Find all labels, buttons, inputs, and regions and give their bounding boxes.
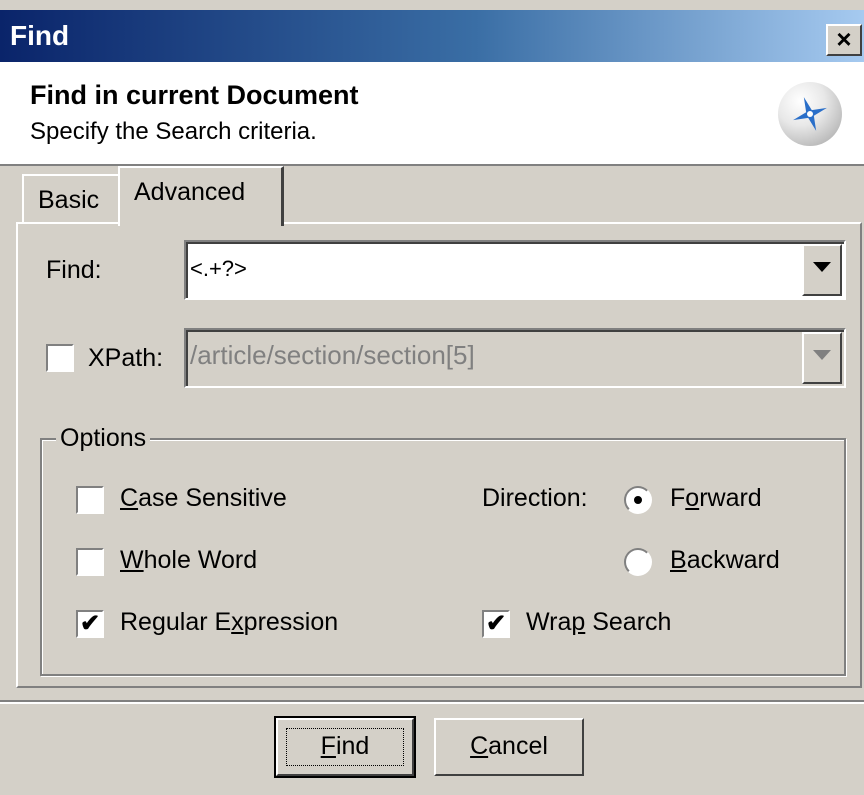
check-icon: ✔ bbox=[80, 610, 101, 637]
case-sensitive-checkbox[interactable] bbox=[76, 486, 104, 514]
xpath-combobox: /article/section/section[5] bbox=[184, 328, 846, 388]
regular-expression-label[interactable]: Regular Expression bbox=[120, 608, 338, 637]
close-button[interactable]: × bbox=[826, 24, 862, 56]
whole-word-label[interactable]: Whole Word bbox=[120, 546, 257, 575]
case-sensitive-label[interactable]: Case Sensitive bbox=[120, 484, 287, 513]
forward-label[interactable]: Forward bbox=[670, 484, 762, 513]
focus-rectangle bbox=[286, 728, 404, 766]
check-icon: ✔ bbox=[486, 610, 507, 637]
find-input[interactable]: <.+?> bbox=[190, 256, 247, 282]
find-dropdown-button[interactable] bbox=[802, 244, 842, 296]
backward-radio[interactable] bbox=[624, 548, 652, 576]
wrap-search-label[interactable]: Wrap Search bbox=[526, 608, 671, 637]
title-bar[interactable]: Find × bbox=[0, 10, 864, 62]
footer-separator bbox=[0, 700, 864, 704]
regular-expression-checkbox[interactable]: ✔ bbox=[76, 610, 104, 638]
wrap-search-checkbox[interactable]: ✔ bbox=[482, 610, 510, 638]
options-legend: Options bbox=[56, 424, 151, 453]
window-title: Find bbox=[10, 20, 70, 51]
forward-radio[interactable] bbox=[624, 486, 652, 514]
direction-label: Direction: bbox=[482, 484, 588, 512]
banner-subtitle: Specify the Search criteria. bbox=[30, 118, 317, 145]
radio-selected-dot bbox=[634, 496, 642, 504]
tab-basic-label: Basic bbox=[38, 186, 100, 214]
find-dialog: Find × Find in current Document Specify … bbox=[0, 0, 864, 795]
tab-basic[interactable]: Basic bbox=[22, 174, 122, 222]
whole-word-checkbox[interactable] bbox=[76, 548, 104, 576]
cancel-button[interactable]: Cancel bbox=[434, 718, 584, 776]
find-button[interactable]: Find bbox=[274, 716, 416, 778]
close-icon: × bbox=[836, 24, 852, 54]
backward-label[interactable]: Backward bbox=[670, 546, 780, 575]
find-combobox[interactable]: <.+?> bbox=[184, 240, 846, 300]
header-banner: Find in current Document Specify the Sea… bbox=[0, 62, 864, 166]
tab-advanced[interactable]: Advanced bbox=[118, 166, 284, 226]
xpath-input: /article/section/section[5] bbox=[190, 340, 475, 370]
xpath-dropdown-button bbox=[802, 332, 842, 384]
xpath-checkbox[interactable] bbox=[46, 344, 74, 372]
tab-advanced-label: Advanced bbox=[134, 178, 246, 206]
compass-logo-icon bbox=[778, 82, 842, 146]
find-label: Find: bbox=[46, 256, 102, 284]
banner-title: Find in current Document bbox=[30, 80, 359, 110]
xpath-label: XPath: bbox=[88, 344, 164, 372]
